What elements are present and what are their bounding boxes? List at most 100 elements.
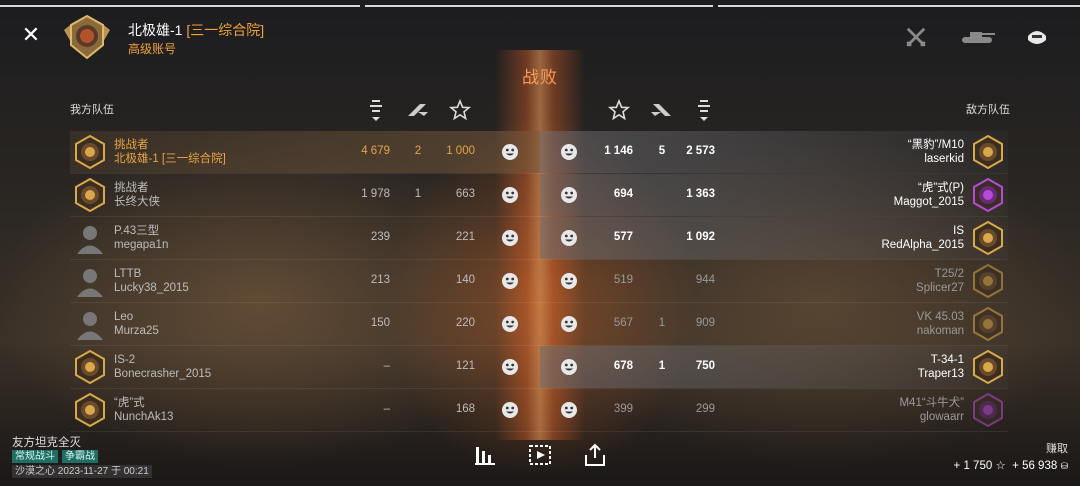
ally-tank-name: Leo (114, 311, 134, 323)
enemy-tank-avatar[interactable] (971, 393, 1005, 427)
ally-xp: 663 (455, 188, 475, 200)
bar-chart-icon[interactable] (473, 443, 497, 467)
enemy-tank-avatar[interactable] (971, 221, 1005, 255)
enemy-tank-avatar[interactable] (971, 264, 1005, 298)
enemy-damage: 944 (695, 274, 715, 286)
enemy-tank-name: T-34-1 (930, 354, 964, 366)
ally-tank-avatar[interactable] (73, 178, 107, 212)
enemy-xp-star-icon (607, 98, 631, 121)
enemy-player-name-block[interactable]: T25/2 Splicer27 (916, 267, 964, 295)
scoreboard-row: P.43三型 megapa1n 239 221 577 1 092 IS RedAlpha_2… (70, 217, 1008, 259)
ally-damage: 239 (370, 231, 390, 243)
ally-react-icon[interactable] (501, 272, 519, 290)
xp-earned: + 1 750 (953, 460, 993, 472)
enemy-player-name: Traper13 (917, 368, 964, 380)
ally-damage: 4 679 (361, 145, 390, 157)
ally-tank-avatar[interactable] (73, 350, 107, 384)
ally-react-icon[interactable] (501, 401, 519, 419)
enemy-tank-name: “黑豹”/M10 (907, 139, 964, 151)
enemy-player-name-block[interactable]: “虎”式(P) Maggot_2015 (894, 181, 964, 209)
close-button[interactable]: ✕ (20, 24, 42, 46)
enemy-player-name: RedAlpha_2015 (881, 239, 965, 251)
xp-star-small-icon: ☆ (995, 460, 1006, 472)
kills-icon (408, 104, 428, 116)
share-icon[interactable] (583, 443, 607, 467)
enemy-damage-sort-icon[interactable] (692, 98, 716, 122)
ally-xp: 140 (455, 274, 475, 286)
enemy-tank-avatar[interactable] (971, 307, 1005, 341)
ally-player-name-block[interactable]: 挑战者北极雄-1 [三一综合院] (114, 138, 226, 166)
ally-react-icon[interactable] (501, 229, 519, 247)
enemy-player-name: Maggot_2015 (893, 196, 964, 208)
ally-react-icon[interactable] (501, 315, 519, 333)
scoreboard-row: “虎”式 NunchAk13 – 168 399 299 M41“斗牛犬” glowaarr (70, 389, 1008, 431)
top-progress-bars (0, 5, 1080, 7)
ally-team-label: 我方队伍 (70, 104, 114, 116)
enemy-kills-icon (651, 104, 671, 116)
ally-player-name-block[interactable]: IS-2 Bonecrasher_2015 (114, 353, 211, 381)
enemy-tank-name: VK 45.03 (916, 311, 964, 323)
earn-label: 赚取 (1046, 443, 1068, 455)
ally-react-icon[interactable] (501, 186, 519, 204)
enemy-tank-avatar[interactable] (971, 350, 1005, 384)
enemy-damage: 909 (695, 317, 715, 329)
mode-tag: 常规战斗 (12, 450, 58, 463)
tank-icon[interactable] (960, 26, 996, 48)
ally-damage: – (383, 403, 390, 415)
enemy-damage: 1 363 (686, 188, 715, 200)
ally-player-name-block[interactable]: 挑战者 长终大侠 (114, 181, 160, 209)
ally-xp: 1 000 (446, 145, 475, 157)
ally-xp: 168 (455, 403, 475, 415)
ally-tank-name: 挑战者 (114, 182, 149, 194)
enemy-tank-name: T25/2 (934, 268, 964, 280)
scoreboard-row: Leo Murza25 150 220 567 1 909 VK 45.03 nakoman (70, 303, 1008, 345)
ally-player-name-block[interactable]: P.43三型 megapa1n (114, 224, 168, 252)
row-divider (70, 431, 1008, 432)
ally-player-name: Murza25 (114, 325, 159, 337)
scoreboard-row: 挑战者 长终大侠 1 978 1 663 694 1 363 “虎”式(P) Maggot_20… (70, 174, 1008, 216)
scoreboard-row: IS-2 Bonecrasher_2015–121 678 1 750 T-34-1 Tra… (70, 346, 1008, 388)
ally-player-name-block[interactable]: Leo Murza25 (114, 310, 159, 338)
battle-result-title: 战败 (522, 68, 558, 87)
ally-damage: – (383, 360, 390, 372)
enemy-player-name-block[interactable]: “黑豹”/M10 laserkid (908, 138, 964, 166)
ally-player-name: megapa1n (114, 239, 169, 251)
player-name: 北极雄-1 [三一综合院] (128, 22, 265, 38)
battle-result-reason: 友方坦克全灭 (12, 437, 81, 449)
ally-player-name-block[interactable]: LTTB Lucky38_2015 (114, 267, 189, 295)
ally-tank-avatar[interactable] (73, 221, 107, 255)
ally-react-icon[interactable] (501, 143, 519, 161)
enemy-player-name: nakoman (916, 325, 964, 337)
enemy-tank-name: M41“斗牛犬” (899, 397, 964, 409)
ally-tank-avatar[interactable] (73, 393, 107, 427)
ally-player-name-block[interactable]: “虎”式 NunchAk13 (114, 396, 173, 424)
ally-player-name: 北极雄-1 [三一综合院] (114, 153, 226, 165)
ally-tank-name: 挑战者 (114, 139, 149, 151)
ally-tank-avatar[interactable] (73, 307, 107, 341)
enemy-player-name-block[interactable]: VK 45.03 nakoman (917, 310, 964, 338)
helmet-icon[interactable] (1026, 26, 1048, 48)
replay-icon[interactable] (528, 443, 552, 467)
ally-tank-avatar[interactable] (73, 264, 107, 298)
credits-earned: + 56 938 (1012, 460, 1058, 472)
ally-tank-name: P.43三型 (114, 225, 160, 237)
enemy-tank-avatar[interactable] (971, 135, 1005, 169)
enemy-damage: 2 573 (686, 145, 715, 157)
ally-tank-name: IS-2 (114, 354, 136, 366)
ally-react-icon[interactable] (501, 358, 519, 376)
ally-tank-avatar[interactable] (73, 135, 107, 169)
enemy-player-name-block[interactable]: IS RedAlpha_2015 (882, 224, 965, 252)
ally-tank-name: “虎”式 (114, 397, 145, 409)
enemy-tank-avatar[interactable] (971, 178, 1005, 212)
credits-icon: ⛁ (1060, 461, 1068, 471)
enemy-player-name-block[interactable]: T-34-1 Traper13 (918, 353, 964, 381)
ally-damage: 1 978 (361, 188, 390, 200)
enemy-damage: 299 (695, 403, 715, 415)
earnings: + 1 750 ☆ + 56 938 ⛁ (954, 458, 1068, 472)
enemy-xp: 678 (613, 360, 633, 372)
damage-sort-icon[interactable] (364, 98, 388, 122)
enemy-player-name-block[interactable]: M41“斗牛犬” glowaarr (899, 396, 964, 424)
enemy-xp: 577 (613, 231, 633, 243)
enemy-tank-name: “虎”式(P) (918, 182, 964, 194)
crossed-swords-icon[interactable] (904, 26, 928, 48)
